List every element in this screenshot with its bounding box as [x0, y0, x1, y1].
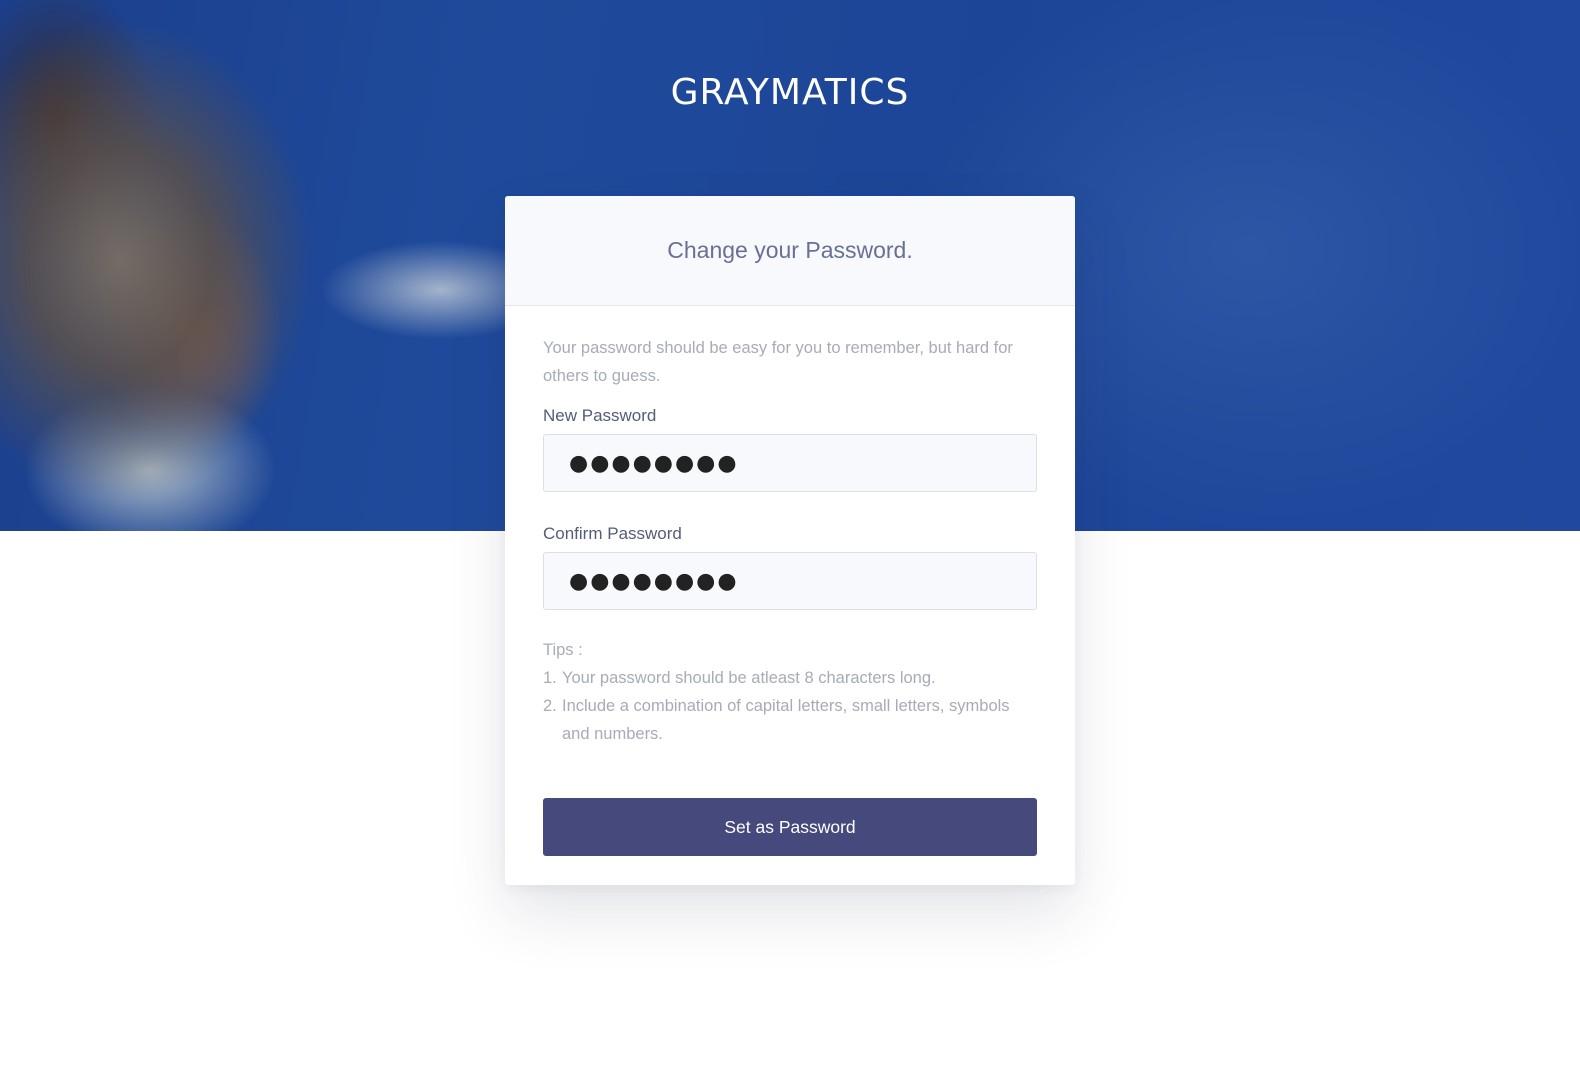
- password-tips: Tips : 1. Your password should be atleas…: [543, 636, 1037, 748]
- tip-text: Your password should be atleast 8 charac…: [562, 669, 936, 687]
- brand-logo: GRAYMATICS: [670, 72, 910, 113]
- tips-heading: Tips :: [543, 641, 583, 659]
- set-password-button[interactable]: Set as Password: [543, 798, 1037, 856]
- new-password-label: New Password: [543, 406, 657, 425]
- tip-text: Include a combination of capital letters…: [562, 697, 1010, 743]
- tip-item: 2. Include a combination of capital lett…: [543, 692, 1037, 748]
- intro-text: Your password should be easy for you to …: [543, 339, 1013, 385]
- confirm-password-label: Confirm Password: [543, 524, 682, 543]
- tip-number: 1.: [543, 669, 557, 687]
- confirm-password-field[interactable]: [543, 552, 1037, 610]
- new-password-field[interactable]: [543, 434, 1037, 492]
- tip-item: 1. Your password should be atleast 8 cha…: [543, 664, 1037, 692]
- tip-number: 2.: [543, 697, 557, 715]
- change-password-card: Change your Password. Your password shou…: [505, 196, 1075, 885]
- page-title: Change your Password.: [667, 237, 913, 263]
- tips-list: 1. Your password should be atleast 8 cha…: [543, 664, 1037, 748]
- card-header: Change your Password.: [505, 196, 1075, 306]
- card-body: Your password should be easy for you to …: [505, 306, 1075, 856]
